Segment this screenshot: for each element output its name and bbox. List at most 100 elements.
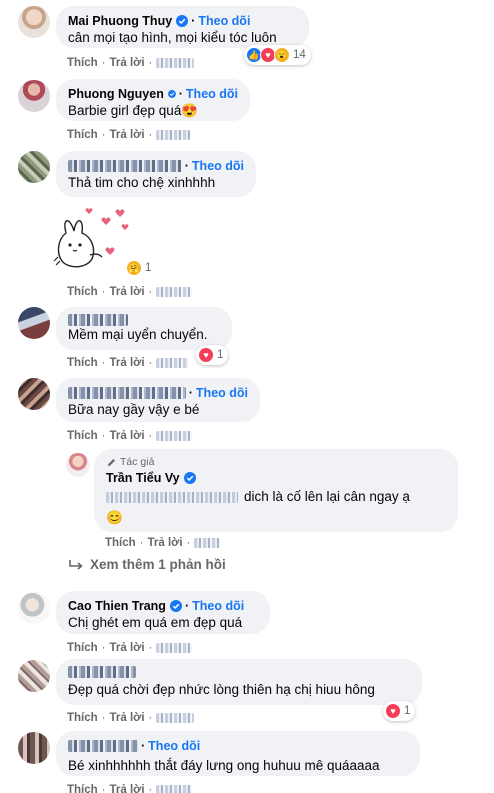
- commenter-name-blurred[interactable]: [68, 314, 128, 326]
- comment-text: Barbie girl đẹp quá: [68, 103, 182, 118]
- like-button[interactable]: Thích: [67, 129, 98, 141]
- reaction-count: 1: [404, 705, 411, 717]
- bunny-hearts-sticker[interactable]: [52, 203, 132, 275]
- comment-actions: Thích · Trả lời ·: [67, 357, 189, 369]
- separator-dot: ·: [191, 14, 196, 28]
- reaction-count: 14: [293, 49, 306, 61]
- reply-arrow-icon: [69, 559, 83, 570]
- avatar[interactable]: [18, 660, 50, 692]
- comment-text: dich là cố lên lại cân ngay ạ: [244, 489, 410, 504]
- reaction-count: 1: [217, 349, 224, 361]
- comment-bubble: Cao Thien Trang · Theo dõi Chị ghét em q…: [56, 591, 270, 634]
- avatar[interactable]: [18, 307, 50, 339]
- like-button[interactable]: Thích: [67, 286, 98, 298]
- follow-button[interactable]: Theo dõi: [198, 13, 250, 29]
- avatar[interactable]: [18, 732, 50, 764]
- smile-emoji: 😊: [106, 510, 123, 525]
- reaction-count: 1: [145, 262, 152, 274]
- like-button[interactable]: Thích: [67, 784, 98, 793]
- reply-button[interactable]: Trả lời: [110, 129, 145, 141]
- timestamp-blurred: [194, 538, 221, 548]
- reply-button[interactable]: Trả lời: [110, 712, 145, 724]
- comment-bubble: Phuong Nguyen · Theo dõi Barbie girl đẹp…: [56, 79, 250, 121]
- reply-button[interactable]: Trả lời: [110, 357, 145, 369]
- reply-button[interactable]: Trả lời: [110, 57, 145, 69]
- reply-button[interactable]: Trả lời: [148, 537, 183, 549]
- separator-dot: ·: [101, 357, 106, 369]
- timestamp-blurred: [156, 713, 195, 723]
- comment-actions: Thích · Trả lời ·: [67, 129, 191, 141]
- reaction-summary[interactable]: 👍 ♥ 😮 14: [244, 45, 311, 65]
- reaction-summary[interactable]: ♥ 1: [196, 345, 229, 365]
- separator-dot: ·: [184, 599, 190, 613]
- separator-dot: ·: [148, 784, 153, 793]
- separator-dot: ·: [148, 357, 153, 369]
- commenter-name[interactable]: Phuong Nguyen: [68, 86, 164, 102]
- avatar[interactable]: [18, 6, 50, 38]
- timestamp-blurred: [156, 431, 193, 441]
- reaction-summary[interactable]: 🤗 1: [124, 258, 156, 278]
- separator-dot: ·: [101, 784, 106, 793]
- separator-dot: ·: [184, 159, 189, 173]
- avatar[interactable]: [18, 80, 50, 112]
- reaction-summary[interactable]: ♥ 1: [383, 701, 416, 721]
- follow-button[interactable]: Theo dõi: [148, 738, 200, 754]
- verified-badge-icon: [167, 90, 176, 98]
- commenter-name[interactable]: Mai Phuong Thuy: [68, 13, 172, 29]
- like-button[interactable]: Thích: [67, 642, 98, 654]
- timestamp-blurred: [156, 358, 189, 368]
- avatar[interactable]: [18, 592, 50, 624]
- commenter-name-blurred[interactable]: [68, 740, 138, 752]
- comment-text: Đẹp quá chời đẹp nhức lòng thiên hạ chị …: [68, 682, 375, 697]
- follow-button[interactable]: Theo dõi: [192, 598, 244, 614]
- comment-bubble: Mai Phuong Thuy · Theo dõi cân mọi tạo h…: [56, 6, 309, 48]
- love-reaction-icon: ♥: [385, 703, 401, 719]
- care-reaction-icon: 😮: [274, 47, 290, 63]
- mention-blurred[interactable]: [106, 491, 238, 503]
- comment-actions: Thích · Trả lời ·: [67, 430, 193, 442]
- separator-dot: ·: [101, 430, 106, 442]
- timestamp-blurred: [156, 643, 193, 653]
- avatar[interactable]: [18, 378, 50, 410]
- comment-bubble: · Theo dõi Bữa nay gầy vậy e bé: [56, 378, 260, 422]
- separator-dot: ·: [148, 712, 153, 724]
- commenter-name[interactable]: Trần Tiểu Vy: [106, 470, 180, 486]
- separator-dot: ·: [139, 537, 144, 549]
- comment-bubble: · Theo dõi Thả tim cho chệ xinhhhh: [56, 151, 256, 197]
- separator-dot: ·: [101, 642, 106, 654]
- comment-bubble: Mềm mại uyển chuyển.: [56, 307, 232, 350]
- heart-eyes-emoji: 😍: [181, 103, 199, 118]
- follow-button[interactable]: Theo dõi: [192, 158, 244, 174]
- timestamp-blurred: [156, 785, 193, 793]
- verified-badge-icon: [176, 15, 189, 27]
- love-reaction-icon: ♥: [198, 347, 214, 363]
- commenter-name-blurred[interactable]: [68, 666, 136, 678]
- like-button[interactable]: Thích: [67, 357, 98, 369]
- reply-button[interactable]: Trả lời: [110, 286, 145, 298]
- author-avatar[interactable]: [66, 453, 90, 477]
- like-button[interactable]: Thích: [67, 712, 98, 724]
- reply-button[interactable]: Trả lời: [110, 642, 145, 654]
- separator-dot: ·: [148, 642, 153, 654]
- timestamp-blurred: [156, 130, 191, 140]
- author-tag: Tác giả: [106, 456, 446, 468]
- like-button[interactable]: Thích: [67, 430, 98, 442]
- separator-dot: ·: [141, 739, 146, 753]
- reply-button[interactable]: Trả lời: [110, 784, 145, 793]
- like-button[interactable]: Thích: [105, 537, 136, 549]
- reply-button[interactable]: Trả lời: [110, 430, 145, 442]
- commenter-name[interactable]: Cao Thien Trang: [68, 598, 166, 614]
- commenter-name-blurred[interactable]: [68, 387, 186, 399]
- comment-text: Bé xinhhhhhh thắt đáy lưng ong huhuu mê …: [68, 758, 380, 773]
- separator-dot: ·: [148, 57, 153, 69]
- separator-dot: ·: [186, 537, 191, 549]
- follow-button[interactable]: Theo dõi: [196, 385, 248, 401]
- separator-dot: ·: [101, 129, 106, 141]
- pencil-icon: [107, 458, 115, 466]
- like-button[interactable]: Thích: [67, 57, 98, 69]
- view-more-replies-link[interactable]: Xem thêm 1 phản hồi: [68, 557, 226, 572]
- avatar[interactable]: [18, 151, 50, 183]
- commenter-name-blurred[interactable]: [68, 160, 182, 172]
- comment-actions: Thích · Trả lời ·: [67, 642, 193, 654]
- follow-button[interactable]: Theo dõi: [186, 86, 238, 102]
